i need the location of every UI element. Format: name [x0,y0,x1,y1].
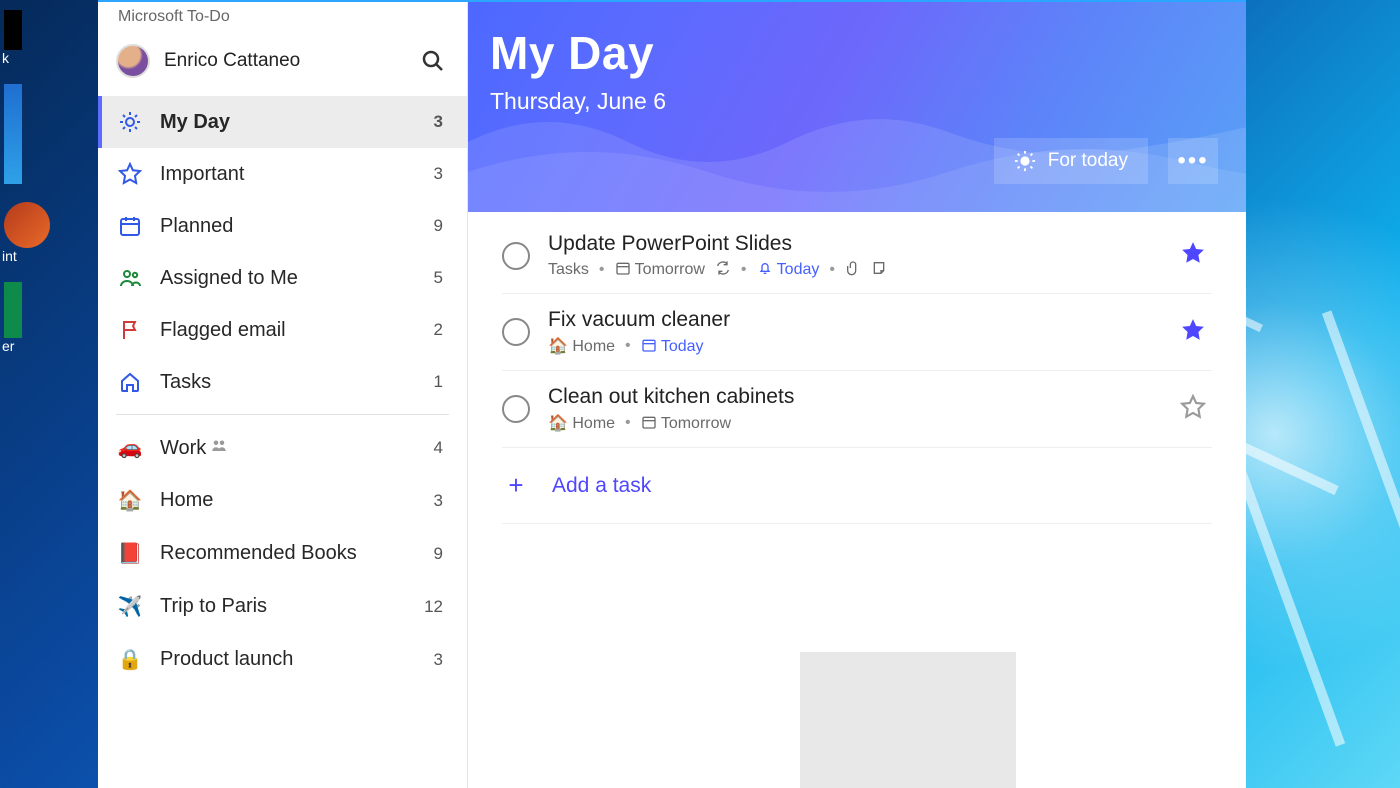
sidebar: Microsoft To-Do Enrico Cattaneo My Day3I… [98,2,468,788]
sidebar-list-work[interactable]: 🚗 Work 4 [98,421,467,474]
user-lists: 🚗 Work 4 🏠 Home 3 📕 Recommended Books 9 ✈️ Trip to… [98,421,467,686]
task-star[interactable] [1180,394,1212,425]
desktop-icon-label: er [2,338,98,354]
sidebar-item-count: 3 [434,164,443,184]
sidebar-list-product-launch[interactable]: 🔒 Product launch 3 [98,633,467,686]
desktop-icon-label: int [2,248,98,264]
sidebar-item-label: Tasks [160,371,418,394]
smart-lists: My Day 3 Important 3 Planned 9 Assigned to Me 5… [98,96,467,408]
sidebar-item-count: 3 [434,112,443,132]
add-task-button[interactable]: + Add a task [502,448,1212,524]
more-button[interactable]: ••• [1168,138,1218,184]
sidebar-item-my-day[interactable]: My Day 3 [98,96,467,148]
sidebar-item-label: Home [160,489,418,512]
task-checkbox[interactable] [502,395,530,423]
task-list-name: 🏠 Home [548,413,615,433]
cal-icon [116,214,144,238]
sidebar-list-home[interactable]: 🏠 Home 3 [98,474,467,527]
app-window: Microsoft To-Do Enrico Cattaneo My Day3I… [98,0,1246,788]
sidebar-item-label: Trip to Paris [160,595,408,618]
list-emoji-icon: 🏠 [116,488,144,513]
overlay-panel [800,652,1016,788]
task-star[interactable] [1180,240,1212,271]
task-due: Today [641,337,704,356]
task-title: Fix vacuum cleaner [548,308,1162,332]
sidebar-item-count: 9 [434,216,443,236]
add-task-label: Add a task [552,474,651,498]
sidebar-list-trip-to-paris[interactable]: ✈️ Trip to Paris 12 [98,580,467,633]
sidebar-item-important[interactable]: Important 3 [98,148,467,200]
task-checkbox[interactable] [502,242,530,270]
sidebar-item-count: 9 [434,544,443,564]
task-list-name: Tasks [548,261,589,279]
sidebar-item-label: Planned [160,215,418,238]
sidebar-item-label: Important [160,163,418,186]
sidebar-item-label: My Day [160,111,418,134]
list-emoji-icon: ✈️ [116,594,144,619]
desktop-icon-label: k [2,50,98,66]
sidebar-item-count: 12 [424,597,443,617]
sidebar-item-count: 4 [434,438,443,458]
sidebar-item-count: 5 [434,268,443,288]
plus-icon: + [502,470,530,501]
sidebar-item-label: Flagged email [160,319,418,342]
task-list: Update PowerPoint SlidesTasks• Tomorrow … [468,212,1246,524]
sidebar-item-tasks[interactable]: Tasks 1 [98,356,467,408]
sidebar-item-count: 3 [434,650,443,670]
hero-header: My Day Thursday, June 6 For today ••• [468,2,1246,212]
sun-icon [116,110,144,134]
flag-icon [116,318,144,342]
sidebar-separator [116,414,449,415]
sidebar-item-label: Recommended Books [160,542,418,565]
list-emoji-icon: 📕 [116,541,144,566]
task-list-name: 🏠 Home [548,336,615,356]
star-icon [116,162,144,186]
task-title: Update PowerPoint Slides [548,232,1162,256]
assign-icon [116,266,144,290]
attachment-icon [845,260,861,279]
for-today-button[interactable]: For today [994,138,1148,184]
search-button[interactable] [417,45,449,77]
ellipsis-icon: ••• [1177,147,1208,175]
shared-icon [210,437,228,459]
app-title: Microsoft To-Do [98,2,467,26]
task-due: Tomorrow [615,260,705,279]
sidebar-item-count: 1 [434,372,443,392]
for-today-label: For today [1048,150,1128,172]
sidebar-item-label: Product launch [160,648,418,671]
desktop-icons-column: k int er [0,0,98,788]
sidebar-list-recommended-books[interactable]: 📕 Recommended Books 9 [98,527,467,580]
repeat-icon [715,260,731,279]
task-row[interactable]: Fix vacuum cleaner🏠 Home• Today [502,294,1212,371]
sidebar-item-flagged-email[interactable]: Flagged email 2 [98,304,467,356]
search-icon [421,49,445,73]
sidebar-item-planned[interactable]: Planned 9 [98,200,467,252]
lightbulb-icon [1014,150,1036,172]
sidebar-item-assigned-to-me[interactable]: Assigned to Me 5 [98,252,467,304]
list-emoji-icon: 🔒 [116,647,144,672]
profile-row[interactable]: Enrico Cattaneo [98,26,467,96]
task-star[interactable] [1180,317,1212,348]
list-emoji-icon: 🚗 [116,435,144,460]
task-reminder: Today [757,260,820,279]
profile-name: Enrico Cattaneo [164,50,403,72]
task-row[interactable]: Clean out kitchen cabinets🏠 Home• Tomorr… [502,371,1212,448]
sidebar-item-count: 3 [434,491,443,511]
task-title: Clean out kitchen cabinets [548,385,1162,409]
sidebar-item-label: Assigned to Me [160,267,418,290]
home-icon [116,370,144,394]
task-checkbox[interactable] [502,318,530,346]
note-icon [871,260,887,279]
sidebar-item-count: 2 [434,320,443,340]
task-row[interactable]: Update PowerPoint SlidesTasks• Tomorrow … [502,218,1212,294]
task-due: Tomorrow [641,414,731,433]
avatar [116,44,150,78]
sidebar-item-label: Work [160,436,418,460]
